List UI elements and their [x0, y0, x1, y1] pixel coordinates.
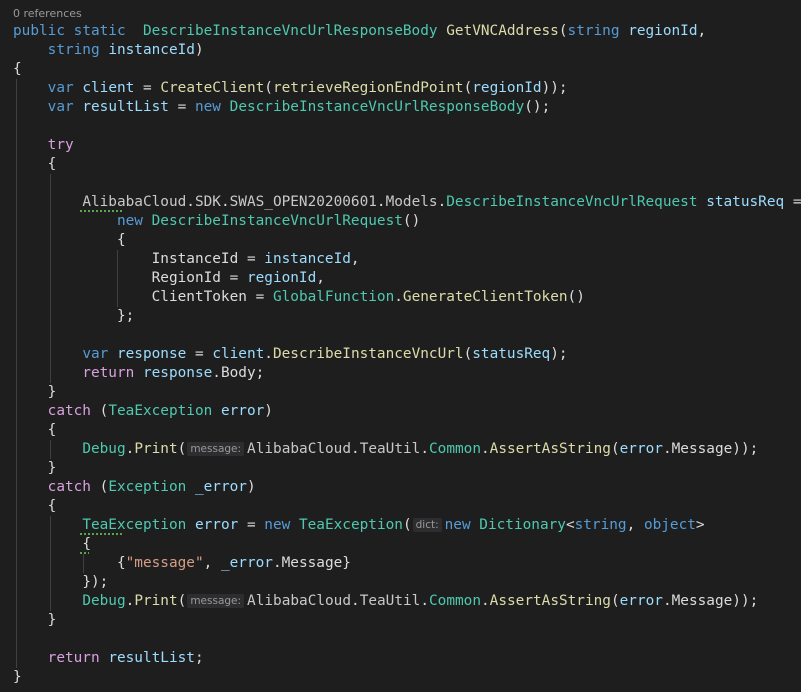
code-line[interactable]: { [13, 535, 91, 554]
code-line[interactable]: { [13, 155, 57, 174]
code-line[interactable]: } [13, 668, 22, 687]
code-line[interactable]: return response.Body; [13, 364, 264, 383]
code-line[interactable]: } [13, 459, 57, 478]
code-line[interactable]: TeaException error = new TeaException(di… [13, 516, 704, 535]
code-line[interactable]: string instanceId) [13, 41, 204, 60]
code-line[interactable]: { [13, 60, 22, 79]
code-line[interactable]: catch (TeaException error) [13, 402, 273, 421]
codelens-references[interactable]: 0 references [13, 7, 82, 20]
code-line[interactable]: }; [13, 307, 134, 326]
inlay-hint-message: message: [187, 594, 245, 608]
code-line[interactable]: {"message", _error.Message} [13, 554, 351, 573]
code-line[interactable]: var client = CreateClient(retrieveRegion… [13, 79, 568, 98]
code-line[interactable]: Debug.Print(message: AlibabaCloud.TeaUtil… [13, 440, 758, 459]
code-line[interactable]: ClientToken = GlobalFunction.GenerateCli… [13, 288, 585, 307]
code-line[interactable]: } [13, 383, 57, 402]
code-line[interactable]: }); [13, 573, 108, 592]
code-line[interactable]: Debug.Print(message: AlibabaCloud.TeaUtil… [13, 592, 758, 611]
code-line[interactable]: AlibabaCloud.SDK.SWAS_OPEN20200601.Model… [13, 193, 801, 212]
code-line[interactable]: return resultList; [13, 649, 204, 668]
code-line[interactable]: RegionId = regionId, [13, 269, 325, 288]
code-line[interactable]: var resultList = new DescribeInstanceVnc… [13, 98, 551, 117]
code-line[interactable]: { [13, 231, 126, 250]
code-line[interactable]: catch (Exception _error) [13, 478, 256, 497]
code-line[interactable]: public static DescribeInstanceVncUrlResp… [13, 22, 706, 41]
code-line[interactable]: new DescribeInstanceVncUrlRequest() [13, 212, 420, 231]
code-line[interactable]: try [13, 136, 74, 155]
code-editor[interactable]: 0 references public static DescribeInsta… [0, 0, 801, 692]
code-line[interactable]: { [13, 497, 57, 516]
inlay-hint-dict: dict: [412, 518, 442, 532]
code-line[interactable]: { [13, 421, 57, 440]
code-line[interactable]: var response = client.DescribeInstanceVn… [13, 345, 567, 364]
code-line[interactable]: InstanceId = instanceId, [13, 250, 360, 269]
code-line[interactable]: } [13, 611, 57, 630]
inlay-hint-message: message: [187, 442, 245, 456]
